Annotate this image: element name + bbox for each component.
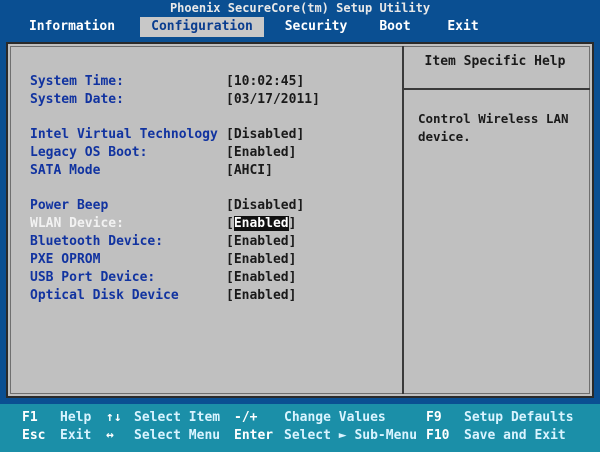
setting-label: Bluetooth Device: — [30, 234, 164, 249]
key-esc: Esc — [22, 428, 46, 443]
tab-security[interactable]: Security — [276, 17, 356, 37]
setting-usb-port-device[interactable]: USB Port Device: [Enabled] — [8, 269, 398, 286]
tab-configuration[interactable]: Configuration — [140, 17, 264, 37]
setting-label: Legacy OS Boot: — [30, 145, 148, 160]
setting-value[interactable]: [03/17/2011] — [226, 91, 320, 108]
tab-boot[interactable]: Boot — [370, 17, 420, 37]
setting-optical-disk-device[interactable]: Optical Disk Device [Enabled] — [8, 287, 398, 304]
setting-label: System Time: — [30, 74, 124, 89]
key-minus-plus: -/+ — [234, 410, 258, 425]
key-up-down-desc: Select Item — [134, 410, 221, 425]
setting-value[interactable]: [10:02:45] — [226, 73, 304, 90]
help-title: Item Specific Help — [424, 54, 566, 69]
key-enter-desc: Select ► Sub-Menu — [284, 428, 418, 443]
setting-label: System Date: — [30, 92, 124, 107]
key-left-right-desc: Select Menu — [134, 428, 221, 443]
key-esc-desc: Exit — [60, 428, 92, 443]
setting-value-selected[interactable]: [Enabled] — [226, 215, 296, 232]
setting-label: USB Port Device: — [30, 270, 156, 285]
setting-sata-mode[interactable]: SATA Mode [AHCI] — [8, 162, 398, 179]
setting-label: SATA Mode — [30, 163, 101, 178]
tab-information[interactable]: Information — [18, 17, 126, 37]
key-f1-desc: Help — [60, 410, 92, 425]
setting-pxe-oprom[interactable]: PXE OPROM [Enabled] — [8, 251, 398, 268]
setting-value[interactable]: [Enabled] — [226, 251, 296, 268]
app-title: Phoenix SecureCore(tm) Setup Utility — [0, 0, 600, 16]
setting-intel-virtual-technology[interactable]: Intel Virtual Technology [Disabled] — [8, 126, 398, 143]
key-legend: F1 Help ↑↓ Select Item -/+ Change Values… — [0, 404, 600, 452]
setting-system-date[interactable]: System Date: [03/17/2011] — [8, 91, 398, 108]
key-up-down: ↑↓ — [106, 410, 122, 425]
menu-bar: Information Configuration Security Boot … — [0, 16, 600, 38]
setting-label-selected: WLAN Device: — [30, 216, 124, 231]
tab-exit[interactable]: Exit — [438, 17, 488, 37]
setting-label: Optical Disk Device — [30, 288, 179, 303]
setting-label: PXE OPROM — [30, 252, 101, 267]
setting-legacy-os-boot[interactable]: Legacy OS Boot: [Enabled] — [8, 144, 398, 161]
help-title-divider — [404, 88, 590, 90]
setting-value-highlight: Enabled — [233, 216, 289, 231]
key-f10-desc: Save and Exit — [464, 428, 566, 443]
setting-bluetooth-device[interactable]: Bluetooth Device: [Enabled] — [8, 233, 398, 250]
key-enter: Enter — [234, 428, 274, 443]
key-f10: F10 — [426, 428, 450, 443]
key-legend-row-1: F1 Help ↑↓ Select Item -/+ Change Values… — [0, 409, 600, 427]
setting-wlan-device[interactable]: WLAN Device: [Enabled] — [8, 215, 398, 232]
key-f1: F1 — [22, 410, 38, 425]
help-divider — [402, 46, 404, 394]
key-legend-row-2: Esc Exit ↔ Select Menu Enter Select ► Su… — [0, 427, 600, 445]
setting-system-time[interactable]: System Time: [10:02:45] — [8, 73, 398, 90]
setting-power-beep[interactable]: Power Beep [Disabled] — [8, 197, 398, 214]
key-f9: F9 — [426, 410, 442, 425]
setting-value[interactable]: [Enabled] — [226, 144, 296, 161]
key-f9-desc: Setup Defaults — [464, 410, 574, 425]
setting-value[interactable]: [Enabled] — [226, 269, 296, 286]
setting-label: Intel Virtual Technology — [30, 127, 218, 142]
key-minus-plus-desc: Change Values — [284, 410, 386, 425]
setting-value[interactable]: [Enabled] — [226, 233, 296, 250]
key-left-right: ↔ — [106, 428, 114, 443]
help-text: Control Wireless LAN device. — [418, 111, 569, 144]
setting-value[interactable]: [Enabled] — [226, 287, 296, 304]
setting-label: Power Beep — [30, 198, 109, 213]
setting-value[interactable]: [AHCI] — [226, 162, 273, 179]
setting-value[interactable]: [Disabled] — [226, 126, 304, 143]
settings-panel: Item Specific Help Control Wireless LAN … — [6, 42, 594, 398]
setting-value[interactable]: [Disabled] — [226, 197, 304, 214]
